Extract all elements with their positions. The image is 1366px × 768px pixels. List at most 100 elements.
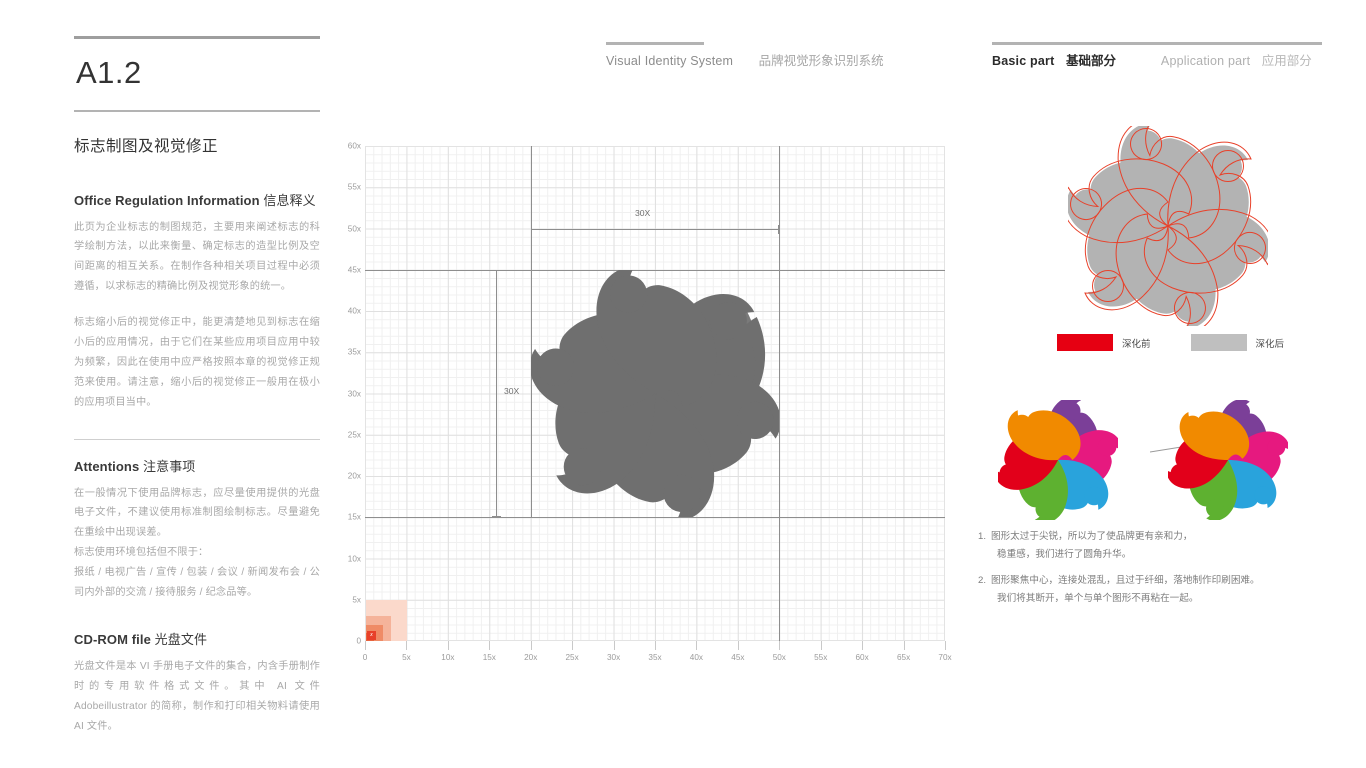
construction-grid: 30X 30X x bbox=[365, 146, 945, 641]
logo-color-before bbox=[998, 400, 1118, 520]
dimension-label-vertical: 30X bbox=[504, 386, 520, 396]
guide-vertical-50 bbox=[779, 146, 781, 641]
y-tick-50: 50x bbox=[347, 224, 361, 233]
y-tick-10: 10x bbox=[347, 554, 361, 563]
note-item-1: 1. 图形太过于尖锐，所以为了使品牌更有亲和力， 稳重感，我们进行了圆角升华。 bbox=[978, 528, 1328, 563]
note-line-2-1: 图形聚焦中心，连接处混乱，且过于纤细，落地制作印刷困难。 bbox=[991, 575, 1260, 587]
y-tick-15: 15x bbox=[347, 512, 361, 522]
paragraph-2-3: 报纸 / 电视广告 / 宣传 / 包装 / 会议 / 新闻发布会 / 公司内外部… bbox=[74, 567, 320, 598]
divider-mid bbox=[74, 110, 320, 112]
x-tickmark-45 bbox=[737, 641, 739, 650]
logo-gray-with-outline bbox=[1068, 126, 1268, 326]
x-tick-50: 50x bbox=[772, 653, 786, 662]
y-tick-5: 5x bbox=[352, 595, 361, 605]
x-tick-40: 40x bbox=[689, 653, 703, 662]
y-tick-45: 45x bbox=[347, 265, 361, 275]
note-number-1: 1. bbox=[978, 531, 987, 542]
x-tickmark-65 bbox=[903, 641, 905, 650]
block-heading-en-3: CD-ROM file bbox=[74, 631, 151, 647]
note-line-1-2: 稳重感，我们进行了圆角升华。 bbox=[997, 548, 1132, 560]
x-tick-25: 25x bbox=[565, 653, 579, 662]
legend-label-before: 深化前 bbox=[1122, 338, 1151, 350]
x-tickmark-0 bbox=[365, 641, 366, 650]
y-tick-60: 60x bbox=[347, 141, 361, 151]
x-tick-0: 0 bbox=[362, 653, 368, 662]
tab-application-part-cn[interactable]: 应用部分 bbox=[1262, 54, 1312, 68]
dimension-cap-bottom bbox=[492, 516, 501, 518]
x-tick-60: 60x bbox=[855, 653, 869, 662]
x-tick-45: 45x bbox=[731, 653, 745, 662]
vi-manual-page: Visual Identity System 品牌视觉形象识别系统 Basic … bbox=[0, 0, 1366, 768]
dimension-line-vertical bbox=[496, 269, 497, 518]
block-heading-en-1: Office Regulation Information bbox=[74, 192, 260, 208]
y-tick-40: 40x bbox=[347, 306, 361, 316]
x-tickmark-70 bbox=[945, 641, 946, 650]
dimension-cap-left bbox=[530, 224, 532, 234]
x-tick-5: 5x bbox=[402, 653, 411, 662]
tab-basic-part-cn[interactable]: 基础部分 bbox=[1066, 54, 1116, 68]
y-tick-35: 35x bbox=[347, 347, 361, 357]
tab-basic-part[interactable]: Basic part bbox=[992, 54, 1054, 68]
legend-swatch-before bbox=[1057, 334, 1113, 351]
x-tickmark-35 bbox=[655, 641, 656, 650]
logo-pinwheel-gray bbox=[530, 269, 780, 518]
y-tick-0: 0 bbox=[356, 636, 361, 646]
page-title: 标志制图及视觉修正 bbox=[74, 137, 219, 155]
x-tick-10: 10x bbox=[441, 653, 455, 662]
paragraph-2-2: 标志使用环境包括但不限于： bbox=[74, 547, 209, 559]
origin-x-badge: x bbox=[367, 631, 376, 640]
block-heading-en-2: Attentions bbox=[74, 458, 140, 474]
guide-horizontal-15 bbox=[365, 517, 945, 519]
y-axis: 0 5x 10x 15x 20x 25x 30x 35x 40x 45x 50x… bbox=[335, 142, 361, 646]
note-line-1-1: 图形太过于尖锐，所以为了使品牌更有亲和力， bbox=[991, 531, 1193, 542]
x-tickmark-20 bbox=[530, 641, 532, 650]
nav-visual-identity-system[interactable]: Visual Identity System bbox=[606, 54, 733, 68]
page-code: A1.2 bbox=[76, 55, 142, 90]
y-tick-25: 25x bbox=[347, 430, 361, 440]
header-rule-right bbox=[992, 42, 1322, 45]
y-tick-55: 55x bbox=[347, 182, 361, 192]
legend-label-after: 深化后 bbox=[1255, 338, 1285, 350]
x-tickmark-50 bbox=[779, 641, 781, 650]
x-tickmark-30 bbox=[613, 641, 615, 650]
nav-visual-identity-system-cn[interactable]: 品牌视觉形象识别系统 bbox=[759, 54, 884, 68]
revision-notes: 1. 图形太过于尖锐，所以为了使品牌更有亲和力， 稳重感，我们进行了圆角升华。 … bbox=[978, 528, 1328, 617]
block-heading-cdrom: CD-ROM file 光盘文件 bbox=[74, 629, 320, 648]
block-heading-cn-2: 注意事项 bbox=[143, 458, 196, 474]
paragraph-1-2: 标志缩小后的视觉修正中，能更清楚地见到标志在缩小后的应用情况，由于它们在某些应用… bbox=[74, 317, 320, 408]
comparison-legend: 深化前 深化后 bbox=[1057, 334, 1284, 351]
divider-thin bbox=[74, 438, 320, 440]
block-heading-attentions: Attentions 注意事项 bbox=[74, 456, 320, 475]
x-tickmark-25 bbox=[572, 641, 574, 650]
x-tickmark-5 bbox=[406, 641, 408, 650]
left-column: A1.2 标志制图及视觉修正 Office Regulation Informa… bbox=[74, 36, 320, 736]
x-tickmark-60 bbox=[862, 641, 864, 650]
x-tickmark-15 bbox=[489, 641, 491, 650]
paragraph-1-1: 此页为企业标志的制图规范，主要用来阐述标志的科学绘制方法，以此来衡量、确定标志的… bbox=[74, 221, 320, 293]
x-tick-20: 20x bbox=[524, 653, 538, 662]
note-text-2: 图形聚焦中心，连接处混乱，且过于纤细，落地制作印刷困难。 我们将其断开，单个与单… bbox=[991, 572, 1328, 607]
y-tick-30: 30x bbox=[347, 389, 361, 398]
x-tickmark-40 bbox=[696, 641, 698, 650]
tab-application-part[interactable]: Application part bbox=[1161, 54, 1250, 68]
x-tick-70: 70x bbox=[938, 653, 952, 662]
divider-top bbox=[74, 36, 320, 39]
note-text-1: 图形太过于尖锐，所以为了使品牌更有亲和力， 稳重感，我们进行了圆角升华。 bbox=[991, 528, 1328, 563]
header-nav-left: Visual Identity System 品牌视觉形象识别系统 bbox=[606, 50, 884, 69]
x-tick-55: 55x bbox=[814, 653, 828, 662]
x-axis: 0 5x 10x 15x 20x 25x 30x 35x 40x 45x 50x… bbox=[362, 641, 952, 667]
x-tickmark-55 bbox=[820, 641, 822, 650]
block-heading-office-regulation: Office Regulation Information 信息释义 bbox=[74, 190, 320, 209]
note-number-2: 2. bbox=[978, 575, 987, 587]
header-nav-right: Basic part 基础部分 Application part 应用部分 bbox=[992, 50, 1312, 69]
note-line-2-2: 我们将其断开，单个与单个图形不再粘在一起。 bbox=[997, 593, 1199, 605]
x-tickmark-10 bbox=[447, 641, 449, 650]
paragraph-2-1: 在一般情况下使用品牌标志，应尽量使用提供的光盘电子文件，不建议使用标准制图绘制标… bbox=[74, 487, 320, 539]
dimension-label-horizontal: 30X bbox=[635, 208, 651, 218]
dimension-line-horizontal bbox=[530, 228, 780, 230]
note-item-2: 2. 图形聚焦中心，连接处混乱，且过于纤细，落地制作印刷困难。 我们将其断开，单… bbox=[978, 572, 1328, 607]
x-tick-35: 35x bbox=[648, 653, 662, 662]
dimension-cap-right bbox=[778, 224, 780, 234]
legend-swatch-after bbox=[1190, 334, 1247, 351]
logo-color-after bbox=[1168, 400, 1288, 520]
